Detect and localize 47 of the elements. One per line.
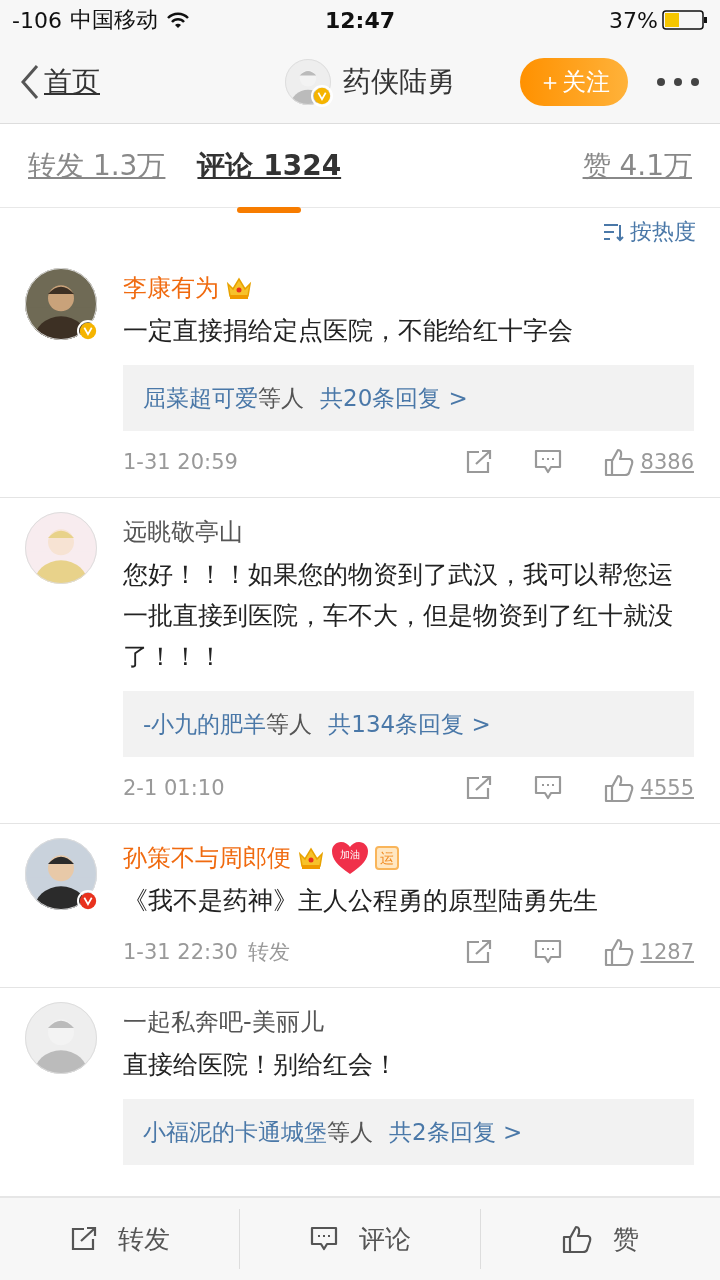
carrier-name: 中国移动 <box>69 6 158 34</box>
crown-icon <box>225 275 253 301</box>
comment-time: 2-1 01:10 <box>123 776 225 800</box>
account-name: 药侠陆勇 <box>343 63 455 100</box>
thumbs-up-icon[interactable] <box>602 773 635 803</box>
share-icon[interactable] <box>464 939 493 965</box>
comment-text: 《我不是药神》主人公程勇的原型陆勇先生 <box>123 885 599 917</box>
share-icon[interactable] <box>464 449 493 475</box>
share-icon[interactable] <box>464 775 493 801</box>
tag-badge: 运 <box>375 846 399 870</box>
more-icon[interactable] <box>656 76 700 87</box>
wifi-icon <box>165 11 190 29</box>
comment-icon <box>309 1225 339 1253</box>
comment-text: 直接给医院！别给红会！ <box>123 1049 399 1081</box>
tab[interactable]: 评论 1324 <box>197 140 342 191</box>
tab[interactable]: 转发 1.3万 <box>28 140 166 191</box>
signal-strength: -106 <box>12 7 62 33</box>
battery-icon <box>662 9 708 31</box>
clock-time: 12:47 <box>324 7 396 33</box>
comment-time: 1-31 20:59 <box>123 450 238 474</box>
comment-button[interactable]: 评论 <box>240 1209 481 1269</box>
thumbs-up-icon <box>561 1224 594 1254</box>
share-icon <box>69 1226 98 1252</box>
like-button[interactable]: 赞 <box>480 1209 720 1269</box>
battery-percent: 37% <box>609 7 658 33</box>
replies-box[interactable]: 小福泥的卡通城堡等人 共2条回复 > <box>123 1099 694 1165</box>
back-icon <box>20 63 40 100</box>
comment-text: 一定直接捐给定点医院，不能给红十字会 <box>123 315 574 347</box>
user-name[interactable]: 一起私奔吧-美丽儿 <box>123 1006 324 1038</box>
sort-link[interactable]: 按热度 <box>602 210 696 254</box>
tab[interactable]: 赞 4.1万 <box>582 140 692 191</box>
replies-box[interactable]: -小九的肥羊等人 共134条回复 > <box>123 691 694 757</box>
comment-text: 您好！！！如果您的物资到了武汉，我可以帮您运一批直接到医院，车不大，但是物资到了红十就没了！！！ <box>123 559 674 673</box>
user-name[interactable]: 远眺敬亭山 <box>123 516 243 548</box>
comment-icon[interactable] <box>532 938 563 966</box>
sort-icon <box>602 222 624 242</box>
heart-badge: 加油 <box>331 841 369 875</box>
crown-icon <box>297 845 325 871</box>
tab-indicator <box>237 206 302 213</box>
comment-time: 1-31 22:30 <box>123 940 238 964</box>
comment-icon[interactable] <box>532 774 563 802</box>
comment-source: 转发 <box>247 939 290 966</box>
comment-icon[interactable] <box>532 448 563 476</box>
replies-box[interactable]: 屈菜超可爱等人 共20条回复 > <box>123 365 694 431</box>
thumbs-up-icon[interactable] <box>602 447 635 477</box>
thumbs-up-icon[interactable] <box>602 937 635 967</box>
share-button[interactable]: 转发 <box>0 1209 241 1269</box>
